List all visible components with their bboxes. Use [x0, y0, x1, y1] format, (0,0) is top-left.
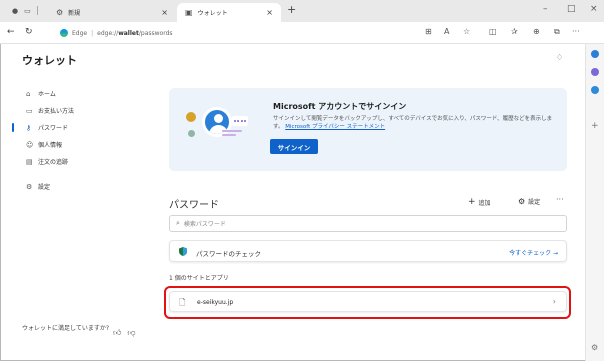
- bell-icon[interactable]: ♢: [556, 53, 563, 62]
- read-aloud-icon[interactable]: A: [444, 27, 449, 36]
- password-search-input[interactable]: ⌕ 検索パスワード: [169, 215, 567, 232]
- person-icon: ☺: [26, 140, 34, 149]
- copilot-icon[interactable]: [591, 50, 599, 58]
- privacy-statement-link[interactable]: Microsoft プライバシー ステートメント: [285, 124, 385, 130]
- signin-button[interactable]: サインイン: [270, 139, 318, 154]
- shield-icon: [179, 247, 187, 256]
- password-checkup-card[interactable]: パスワードのチェック 今すぐチェック →: [169, 240, 567, 262]
- nav-label: お支払い方法: [38, 108, 75, 115]
- nav-item-home[interactable]: ⌂ ホーム: [12, 85, 142, 102]
- tab-label: 新規: [68, 10, 81, 17]
- close-window-icon[interactable]: ×: [590, 4, 598, 14]
- site-row[interactable]: 🗋 e-seikyuu.jp ›: [169, 291, 567, 312]
- gear-icon: ⚙: [518, 197, 526, 206]
- nav-item-settings[interactable]: ⚙ 設定: [12, 178, 142, 195]
- browser-sidebar: + ⚙: [585, 44, 604, 361]
- tab-strip: ● ▭ ⚙ 新規 × ▣ ウォレット × + – □ ×: [0, 0, 604, 22]
- chevron-right-icon: ›: [552, 297, 556, 306]
- tab-new[interactable]: ⚙ 新規 ×: [56, 3, 176, 22]
- edge-logo-icon: [60, 29, 68, 37]
- wallet-nav: ⌂ ホーム ▭ お支払い方法 ⚷ パスワード ☺ 個人情報 ▤ 注文の追跡 ⚙ …: [12, 85, 142, 195]
- address-bar: ← ↻ Edge | edge://wallet/passwords ⊞ A ☆…: [0, 22, 604, 44]
- url-field[interactable]: Edge | edge://wallet/passwords: [60, 26, 390, 40]
- gear-icon: ⚙: [56, 8, 64, 17]
- thumbs-down-icon[interactable]: 👎︎: [127, 328, 135, 338]
- search-icon: ⌕: [176, 219, 180, 227]
- extensions-icon[interactable]: ⧉: [554, 27, 560, 37]
- nav-label: 個人情報: [38, 142, 63, 149]
- password-settings-button[interactable]: ⚙ 設定: [518, 197, 540, 206]
- sites-count-label: 1 個のサイトとアプリ: [169, 275, 229, 282]
- tab-label: ウォレット: [197, 10, 228, 17]
- nav-item-order-tracking[interactable]: ▤ 注文の追跡: [12, 153, 142, 170]
- nav-label: ホーム: [38, 91, 56, 98]
- maximize-icon[interactable]: □: [567, 4, 576, 14]
- minimize-icon[interactable]: –: [543, 4, 548, 14]
- sidebar-settings-icon[interactable]: ⚙: [591, 344, 599, 352]
- credit-card-icon: ▭: [26, 106, 33, 115]
- plus-icon: +: [468, 197, 476, 207]
- thumbs-up-icon[interactable]: 👍︎: [113, 328, 121, 338]
- key-icon: ⚷: [26, 123, 32, 132]
- collections-icon[interactable]: ⊕: [533, 27, 540, 36]
- feedback-buttons: 👍︎ 👎︎: [113, 328, 136, 338]
- nav-label: 注文の追跡: [38, 159, 69, 166]
- divider: |: [91, 29, 94, 37]
- edge-label: Edge: [72, 29, 88, 37]
- site-name: e-seikyuu.jp: [197, 299, 234, 306]
- divider: [36, 6, 38, 15]
- tab-wallet[interactable]: ▣ ウォレット ×: [177, 3, 281, 22]
- nav-item-personal-info[interactable]: ☺ 個人情報: [12, 136, 142, 153]
- passwords-heading: パスワード: [169, 200, 219, 211]
- nav-item-passwords[interactable]: ⚷ パスワード: [12, 119, 142, 136]
- page-title: ウォレット: [22, 54, 77, 67]
- gear-icon: ⚙: [26, 182, 33, 191]
- nav-label: 設定: [38, 184, 51, 191]
- document-icon: 🗋: [179, 298, 186, 307]
- feedback-text: ウォレットに満足していますか?: [22, 325, 110, 332]
- search-icon[interactable]: [591, 68, 599, 76]
- close-tab-icon[interactable]: ×: [266, 8, 273, 17]
- new-tab-icon[interactable]: +: [287, 3, 296, 16]
- workspaces-icon[interactable]: ▭: [24, 7, 31, 15]
- split-screen-icon[interactable]: ◫: [489, 27, 497, 36]
- nav-label: パスワード: [38, 125, 69, 132]
- url-text: edge://wallet/passwords: [97, 29, 173, 37]
- refresh-icon[interactable]: ↻: [25, 27, 33, 37]
- checkup-label: パスワードのチェック: [196, 250, 261, 258]
- outlook-icon[interactable]: [591, 86, 599, 94]
- more-icon[interactable]: ···: [572, 27, 580, 36]
- home-icon: ⌂: [26, 89, 31, 98]
- add-password-button[interactable]: + 追加: [468, 197, 491, 207]
- profile-icon[interactable]: ●: [12, 7, 18, 15]
- close-tab-icon[interactable]: ×: [161, 8, 168, 17]
- favorites-icon[interactable]: ✰: [511, 27, 518, 36]
- back-icon[interactable]: ←: [7, 27, 15, 37]
- nav-item-payment[interactable]: ▭ お支払い方法: [12, 102, 142, 119]
- app-available-icon[interactable]: ⊞: [425, 27, 432, 36]
- check-now-link[interactable]: 今すぐチェック →: [509, 248, 558, 257]
- favorite-icon[interactable]: ☆: [463, 27, 470, 36]
- tab-actions: ● ▭: [12, 6, 38, 15]
- search-placeholder: 検索パスワード: [183, 221, 226, 228]
- add-sidebar-icon[interactable]: +: [591, 122, 599, 131]
- receipt-icon: ▤: [26, 157, 33, 166]
- banner-description: サインインして閲覧データをバックアップし、すべてのデバイスでお気に入り、パスワー…: [273, 116, 553, 130]
- wallet-icon: ▣: [185, 8, 193, 17]
- banner-title: Microsoft アカウントでサインイン: [273, 102, 407, 111]
- more-options-icon[interactable]: ···: [556, 195, 564, 204]
- account-illustration-icon: [186, 103, 248, 153]
